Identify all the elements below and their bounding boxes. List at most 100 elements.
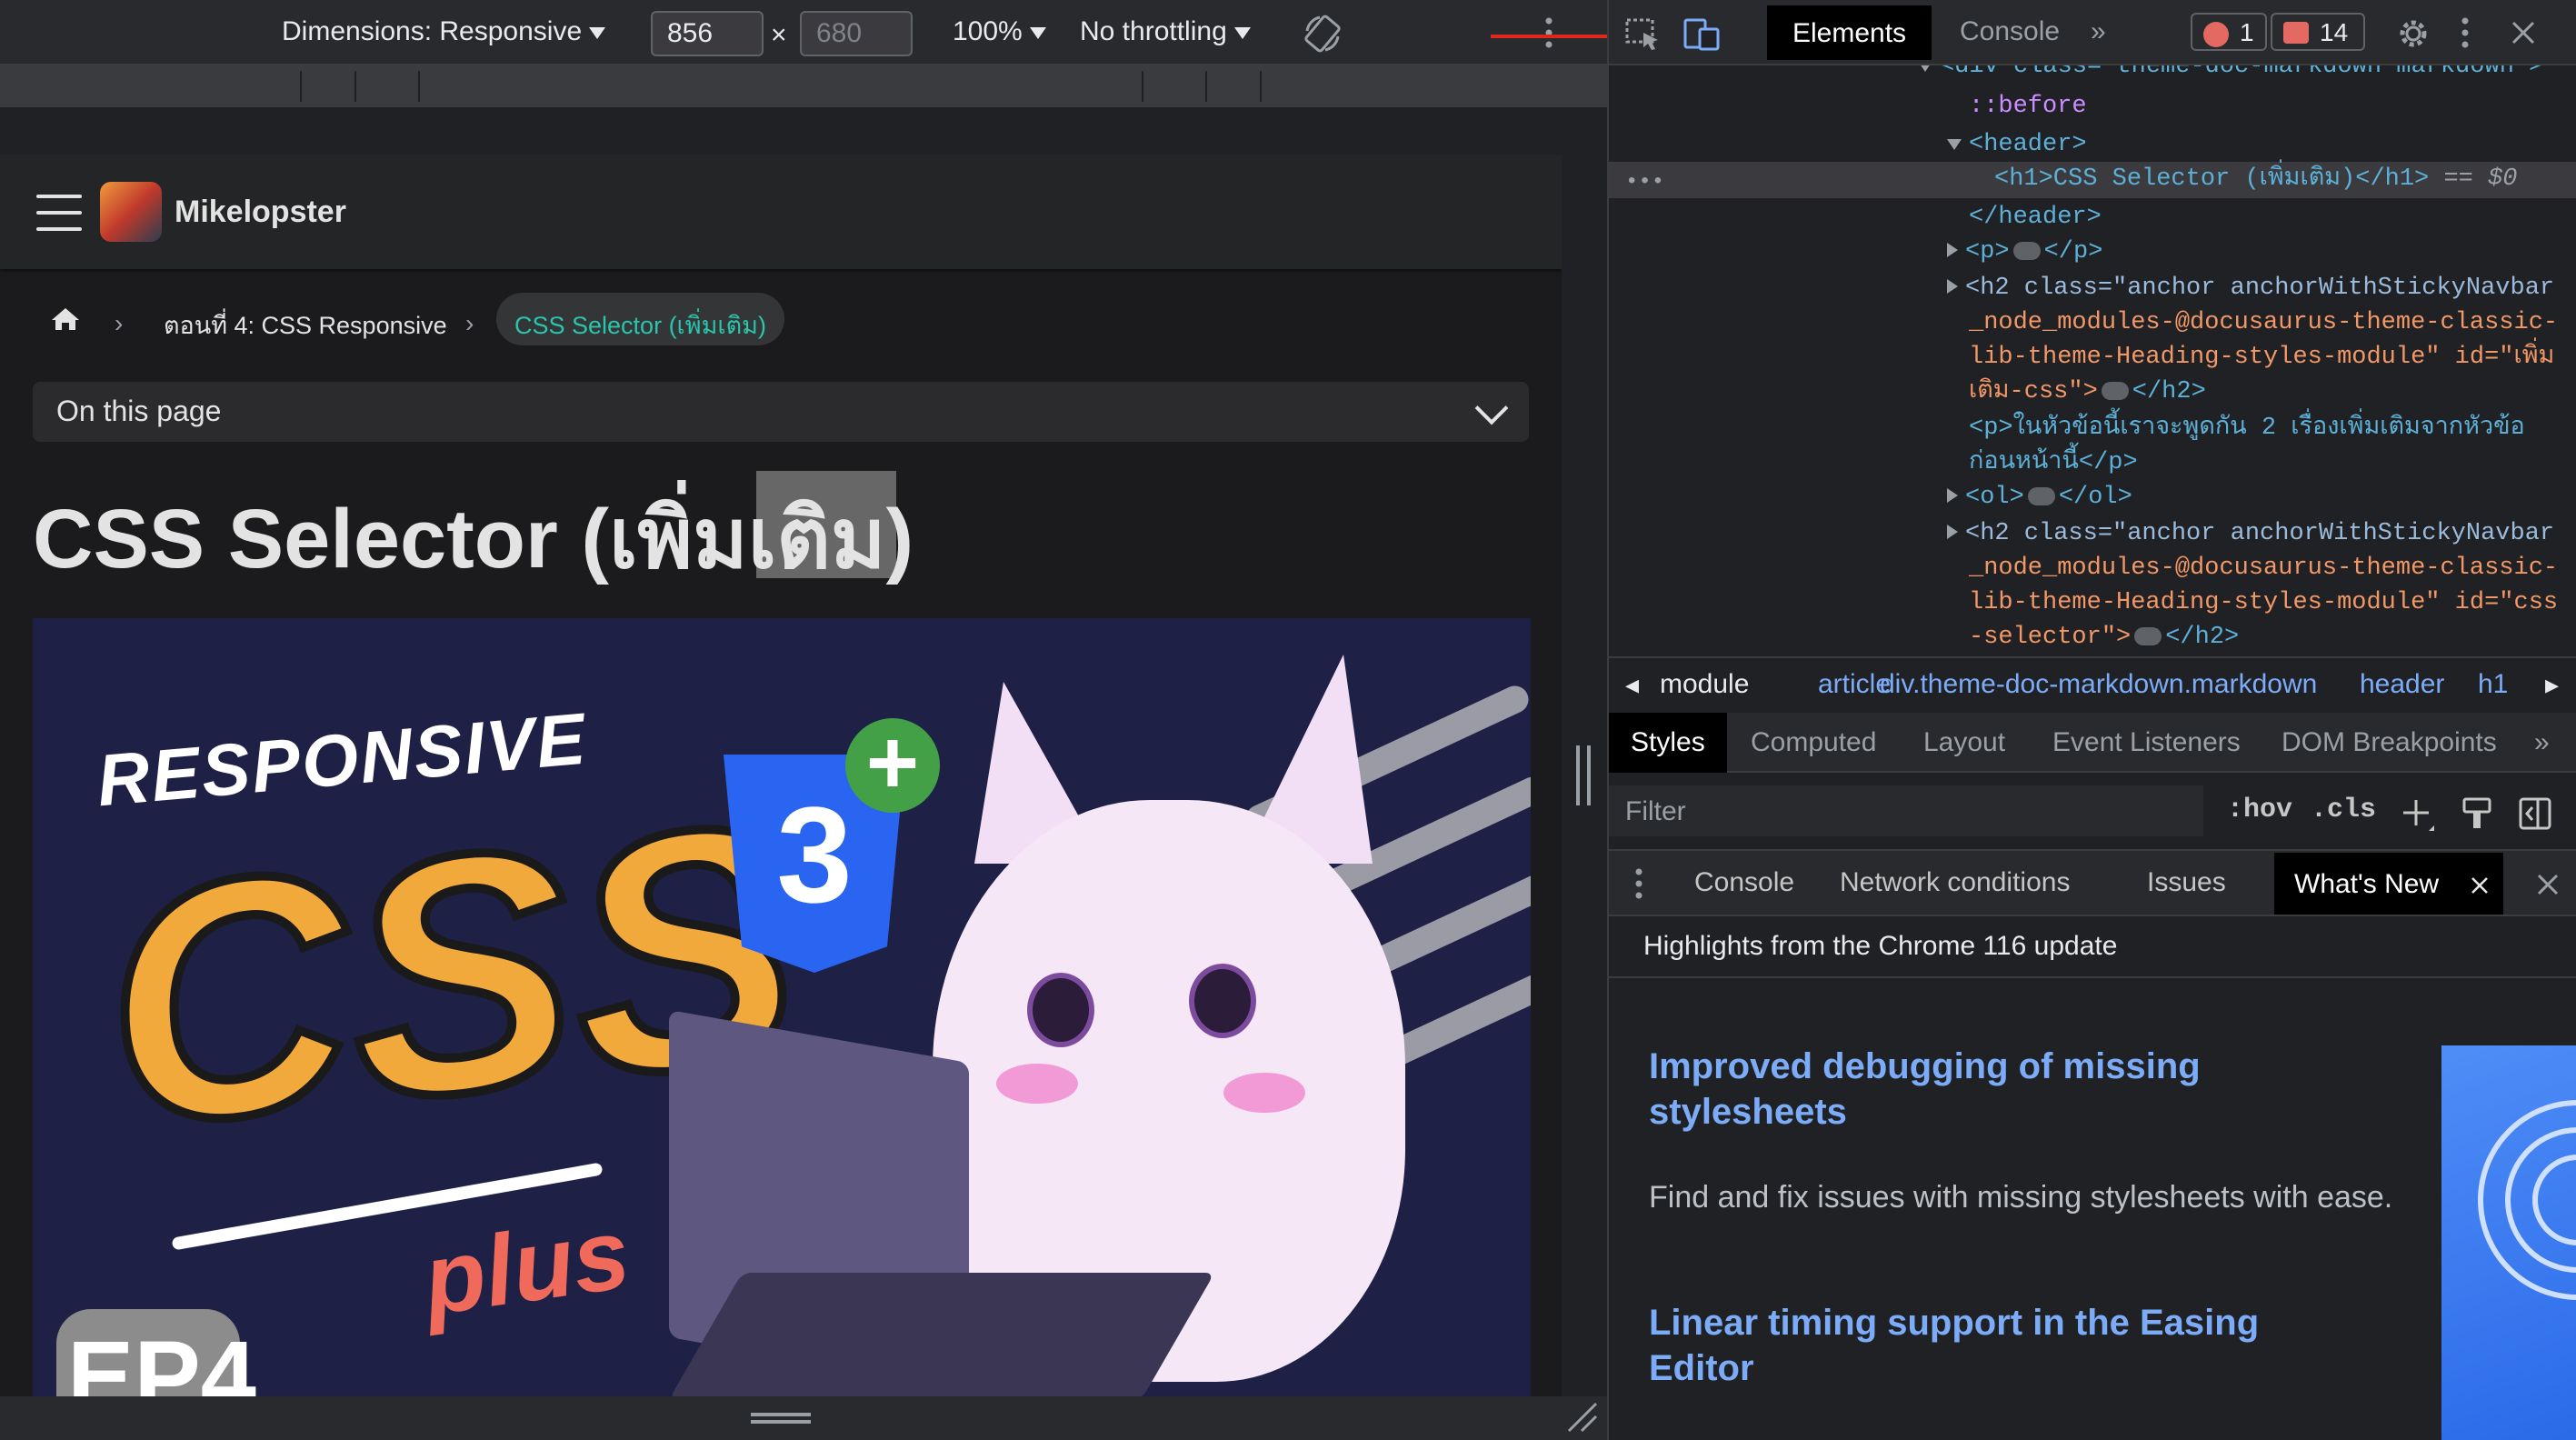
dom-node-continued: lib-theme-Heading-styles-module" id="เพิ… [1969, 340, 2554, 375]
more-options-icon[interactable] [1542, 16, 1556, 49]
zoom-dropdown[interactable]: 100% [953, 16, 1046, 47]
tab-styles[interactable]: Styles [1609, 713, 1727, 773]
tab-computed[interactable]: Computed [1751, 727, 1876, 758]
drawer-tab-whats-new[interactable]: What's New [2274, 853, 2503, 915]
whats-new-thumbnail[interactable] [2441, 1045, 2576, 1440]
cat-eye [1189, 964, 1256, 1038]
tab-dom-breakpoints[interactable]: DOM Breakpoints [2281, 727, 2497, 758]
issue-count-badge[interactable]: 14 [2271, 13, 2365, 51]
toggle-sidebar-icon[interactable] [2518, 796, 2552, 831]
chevron-down-icon [1029, 26, 1046, 39]
collapsed-content-icon[interactable] [2012, 241, 2041, 260]
dom-breadcrumb-item[interactable]: module [1660, 669, 1749, 700]
ruler-segment[interactable] [1205, 71, 1207, 102]
dom-node[interactable]: <p> </p> [1947, 235, 2102, 269]
paint-brush-icon[interactable] [2461, 796, 2492, 831]
drawer-tab-issues[interactable]: Issues [2147, 867, 2226, 898]
ruler-segment[interactable] [418, 71, 420, 102]
dom-node[interactable]: ::before [1969, 89, 2087, 124]
more-options-icon[interactable] [2458, 16, 2472, 49]
ruler-segment[interactable] [300, 71, 302, 102]
dom-node-text: <h2 class="anchor anchorWithStickyNavbar [1965, 275, 2555, 302]
width-input[interactable]: 856 [651, 11, 764, 56]
node-actions-icon[interactable]: ••• [1625, 165, 1664, 200]
close-tab-icon[interactable] [2471, 876, 2489, 895]
dom-node[interactable]: <div class="theme-doc-markdown markdown"… [1918, 65, 2543, 84]
breadcrumb-item[interactable]: ตอนที่ 4: CSS Responsive [164, 305, 447, 345]
dom-node[interactable]: <header> [1947, 127, 2087, 162]
dom-node[interactable]: <ol> </ol> [1947, 480, 2132, 515]
collapsed-content-icon[interactable] [2101, 381, 2129, 400]
dom-node-text: -selector"> [1969, 624, 2132, 651]
dimensions-dropdown[interactable]: Dimensions: Responsive [282, 16, 606, 47]
dom-node-continued: -selector"> </h2> [1969, 620, 2239, 655]
dom-node-text: <p>ในหัวข้อนี้เราจะพูดกัน 2 เรื่องเพิ่มเ… [1969, 415, 2525, 442]
whats-new-link[interactable]: Linear timing support in the Easing Edit… [1649, 1300, 2340, 1391]
resize-handle-right[interactable] [1576, 745, 1591, 805]
dom-breadcrumb-item[interactable]: header [2360, 669, 2444, 700]
error-count-badge[interactable]: 1 [2191, 13, 2267, 51]
chevron-down-icon [589, 26, 606, 39]
tab-elements[interactable]: Elements [1767, 5, 1932, 60]
laptop-keyboard [668, 1273, 1215, 1396]
episode-badge: EP4 [56, 1309, 256, 1396]
whats-new-link[interactable]: Improved debugging of missing stylesheet… [1649, 1044, 2340, 1135]
close-icon[interactable] [2511, 20, 2536, 45]
tab-layout[interactable]: Layout [1923, 727, 2005, 758]
collapsed-content-icon[interactable] [2134, 626, 2162, 645]
dom-node[interactable]: <h2 class="anchor anchorWithStickyNavbar [1947, 516, 2554, 551]
divider [1609, 976, 2576, 978]
cat-cheek [996, 1064, 1078, 1104]
ruler-segment[interactable] [1260, 71, 1262, 102]
expand-arrow-icon [1947, 525, 1958, 539]
resize-handle-bottom[interactable] [751, 1413, 811, 1424]
expand-arrow-icon [1918, 65, 1932, 72]
drawer-tab-console[interactable]: Console [1694, 867, 1794, 898]
scroll-left-icon[interactable]: ◂ [1625, 669, 1639, 701]
resize-corner-icon[interactable] [1565, 1400, 1598, 1433]
dom-node-text: lib-theme-Heading-styles-module" id="เพิ… [1969, 344, 2555, 371]
chevron-right-icon: › [115, 309, 124, 337]
site-title[interactable]: Mikelopster [175, 195, 346, 230]
hov-toggle[interactable]: :hov [2227, 795, 2292, 825]
cls-toggle[interactable]: .cls [2311, 795, 2376, 825]
collapsed-content-icon[interactable] [2027, 486, 2055, 505]
add-rule-icon[interactable] [2401, 798, 2436, 833]
hamburger-menu-icon[interactable] [36, 195, 82, 231]
dom-node[interactable]: <p>ในหัวข้อนี้เราจะพูดกัน 2 เรื่องเพิ่มเ… [1969, 411, 2525, 445]
error-icon [2203, 22, 2229, 47]
gear-icon[interactable] [2396, 16, 2431, 51]
dom-node-selected[interactable]: <h1>CSS Selector (เพิ่มเติม)</h1> == $0 [1994, 162, 2517, 196]
console-ref: == $0 [2443, 165, 2518, 193]
site-logo[interactable] [100, 182, 162, 242]
drawer-menu-icon[interactable] [1632, 867, 1645, 900]
styles-filter-input[interactable]: Filter [1609, 785, 2203, 836]
more-tabs-icon[interactable]: » [2534, 727, 2550, 758]
issue-count: 14 [2320, 18, 2349, 46]
tab-console[interactable]: Console [1960, 16, 2060, 47]
home-icon[interactable] [51, 307, 80, 331]
scroll-right-icon[interactable]: ▸ [2545, 669, 2559, 701]
tab-event-listeners[interactable]: Event Listeners [2052, 727, 2241, 758]
height-input[interactable]: 680 [800, 11, 913, 56]
ruler-segment[interactable] [1142, 71, 1143, 102]
close-drawer-icon[interactable] [2536, 873, 2560, 896]
dom-node-continued: _node_modules-@docusaurus-theme-classic- [1969, 305, 2558, 340]
dom-node[interactable]: </header> [1969, 200, 2102, 235]
dom-node-continued: _node_modules-@docusaurus-theme-classic- [1969, 551, 2558, 585]
dom-breadcrumb-item[interactable]: h1 [2478, 669, 2508, 700]
device-toggle-icon[interactable] [1683, 16, 1720, 51]
more-tabs-icon[interactable]: » [2091, 16, 2106, 47]
ruler-segment[interactable] [354, 71, 356, 102]
drawer-tab-network-conditions[interactable]: Network conditions [1840, 867, 2070, 898]
dom-node-text: <h1>CSS Selector (เพิ่มเติม)</h1> [1994, 165, 2430, 193]
dom-breadcrumb-item[interactable]: div.theme-doc-markdown.markdown [1880, 669, 2317, 700]
throttling-dropdown[interactable]: No throttling [1080, 16, 1251, 47]
inspect-element-icon[interactable] [1625, 18, 1662, 51]
whats-new-panel: Highlights from the Chrome 116 update Im… [1609, 916, 2576, 1440]
dom-node[interactable]: <h2 class="anchor anchorWithStickyNavbar [1947, 271, 2554, 305]
dom-node-text: ก่อนหน้านี้</p> [1969, 449, 2138, 476]
dom-node-text: </h2> [2165, 624, 2240, 651]
toc-collapsible[interactable]: On this page [33, 382, 1529, 442]
rotate-icon[interactable] [1302, 13, 1343, 55]
